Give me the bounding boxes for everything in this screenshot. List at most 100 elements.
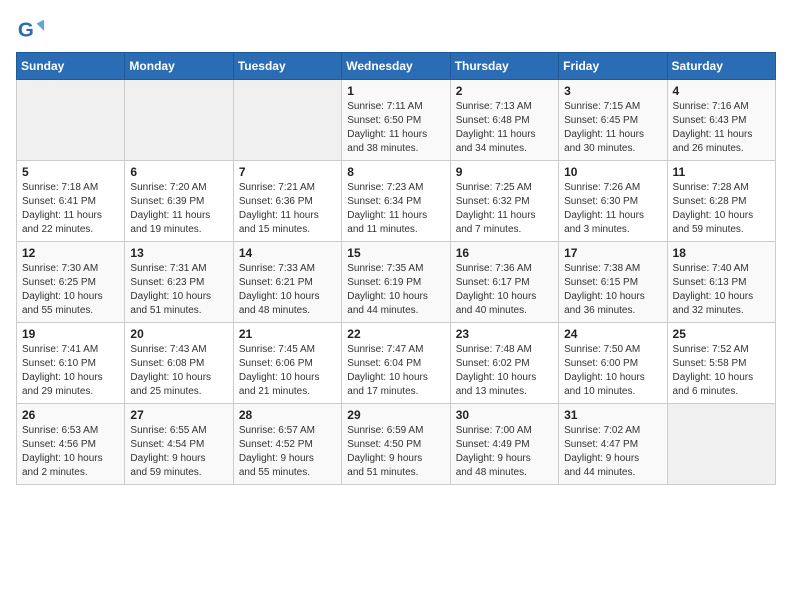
day-info: Sunrise: 7:26 AM Sunset: 6:30 PM Dayligh… [564,181,661,237]
weekday-header-saturday: Saturday [667,53,775,80]
day-info: Sunrise: 7:25 AM Sunset: 6:32 PM Dayligh… [456,181,553,237]
day-number: 10 [564,165,661,179]
calendar-cell: 7 Sunrise: 7:21 AM Sunset: 6:36 PM Daylig… [233,161,341,242]
calendar-cell: 5Sunrise: 7:18 AM Sunset: 6:41 PM Daylig… [17,161,125,242]
day-info: Sunrise: 7:35 AM Sunset: 6:19 PM Dayligh… [347,262,444,318]
day-info: Sunrise: 7:50 AM Sunset: 6:00 PM Dayligh… [564,343,661,399]
day-info: Sunrise: 7:21 AM Sunset: 6:36 PM Dayligh… [239,181,336,237]
calendar-cell: 30Sunrise: 7:00 AM Sunset: 4:49 PM Dayli… [450,404,558,485]
day-info: Sunrise: 7:30 AM Sunset: 6:25 PM Dayligh… [22,262,119,318]
calendar-cell: 16 Sunrise: 7:36 AM Sunset: 6:17 PM Dayli… [450,242,558,323]
week-row-4: 19Sunrise: 7:41 AM Sunset: 6:10 PM Dayli… [17,323,776,404]
day-number: 12 [22,246,119,260]
day-info: Sunrise: 7:40 AM Sunset: 6:13 PM Dayligh… [673,262,770,318]
day-number: 18 [673,246,770,260]
calendar-cell: 9 Sunrise: 7:25 AM Sunset: 6:32 PM Daylig… [450,161,558,242]
logo: G [16,16,48,44]
day-info: Sunrise: 7:11 AM Sunset: 6:50 PM Dayligh… [347,100,444,156]
logo-icon: G [16,16,44,44]
day-number: 31 [564,408,661,422]
calendar-cell: 10 Sunrise: 7:26 AM Sunset: 6:30 PM Dayli… [559,161,667,242]
calendar-cell: 27 Sunrise: 6:55 AM Sunset: 4:54 PM Dayli… [125,404,233,485]
header: G [16,16,776,44]
weekday-header-monday: Monday [125,53,233,80]
calendar-cell: 21 Sunrise: 7:45 AM Sunset: 6:06 PM Dayli… [233,323,341,404]
calendar-cell: 18 Sunrise: 7:40 AM Sunset: 6:13 PM Dayli… [667,242,775,323]
day-info: Sunrise: 7:13 AM Sunset: 6:48 PM Dayligh… [456,100,553,156]
day-number: 14 [239,246,336,260]
day-info: Sunrise: 7:23 AM Sunset: 6:34 PM Dayligh… [347,181,444,237]
day-number: 15 [347,246,444,260]
day-number: 28 [239,408,336,422]
weekday-header-wednesday: Wednesday [342,53,450,80]
calendar-cell [17,80,125,161]
day-number: 11 [673,165,770,179]
day-info: Sunrise: 7:28 AM Sunset: 6:28 PM Dayligh… [673,181,770,237]
day-number: 29 [347,408,444,422]
day-info: Sunrise: 6:55 AM Sunset: 4:54 PM Dayligh… [130,424,227,480]
day-number: 23 [456,327,553,341]
day-number: 2 [456,84,553,98]
calendar-cell: 22Sunrise: 7:47 AM Sunset: 6:04 PM Dayli… [342,323,450,404]
calendar-cell: 14 Sunrise: 7:33 AM Sunset: 6:21 PM Dayli… [233,242,341,323]
day-info: Sunrise: 7:48 AM Sunset: 6:02 PM Dayligh… [456,343,553,399]
week-row-1: 1 Sunrise: 7:11 AM Sunset: 6:50 PM Daylig… [17,80,776,161]
day-number: 3 [564,84,661,98]
calendar-cell: 19Sunrise: 7:41 AM Sunset: 6:10 PM Dayli… [17,323,125,404]
week-row-3: 12 Sunrise: 7:30 AM Sunset: 6:25 PM Dayli… [17,242,776,323]
day-info: Sunrise: 6:53 AM Sunset: 4:56 PM Dayligh… [22,424,119,480]
calendar-cell: 3 Sunrise: 7:15 AM Sunset: 6:45 PM Daylig… [559,80,667,161]
day-info: Sunrise: 7:16 AM Sunset: 6:43 PM Dayligh… [673,100,770,156]
day-number: 17 [564,246,661,260]
day-info: Sunrise: 7:33 AM Sunset: 6:21 PM Dayligh… [239,262,336,318]
calendar-cell: 1 Sunrise: 7:11 AM Sunset: 6:50 PM Daylig… [342,80,450,161]
calendar-cell: 2 Sunrise: 7:13 AM Sunset: 6:48 PM Daylig… [450,80,558,161]
calendar-cell: 11 Sunrise: 7:28 AM Sunset: 6:28 PM Dayli… [667,161,775,242]
day-number: 27 [130,408,227,422]
day-number: 4 [673,84,770,98]
day-info: Sunrise: 7:36 AM Sunset: 6:17 PM Dayligh… [456,262,553,318]
calendar-cell: 20 Sunrise: 7:43 AM Sunset: 6:08 PM Dayli… [125,323,233,404]
week-row-2: 5Sunrise: 7:18 AM Sunset: 6:41 PM Daylig… [17,161,776,242]
day-info: Sunrise: 7:20 AM Sunset: 6:39 PM Dayligh… [130,181,227,237]
weekday-header-tuesday: Tuesday [233,53,341,80]
calendar-cell: 29 Sunrise: 6:59 AM Sunset: 4:50 PM Dayli… [342,404,450,485]
calendar-table: SundayMondayTuesdayWednesdayThursdayFrid… [16,52,776,485]
day-info: Sunrise: 7:18 AM Sunset: 6:41 PM Dayligh… [22,181,119,237]
day-info: Sunrise: 7:47 AM Sunset: 6:04 PM Dayligh… [347,343,444,399]
day-number: 20 [130,327,227,341]
calendar-cell [125,80,233,161]
day-number: 6 [130,165,227,179]
svg-text:G: G [18,19,34,42]
day-number: 21 [239,327,336,341]
day-number: 16 [456,246,553,260]
day-number: 9 [456,165,553,179]
calendar-cell: 24 Sunrise: 7:50 AM Sunset: 6:00 PM Dayli… [559,323,667,404]
calendar-cell: 4 Sunrise: 7:16 AM Sunset: 6:43 PM Daylig… [667,80,775,161]
weekday-header-friday: Friday [559,53,667,80]
calendar-cell: 6 Sunrise: 7:20 AM Sunset: 6:39 PM Daylig… [125,161,233,242]
day-number: 19 [22,327,119,341]
day-info: Sunrise: 6:59 AM Sunset: 4:50 PM Dayligh… [347,424,444,480]
day-info: Sunrise: 7:43 AM Sunset: 6:08 PM Dayligh… [130,343,227,399]
calendar-cell: 15 Sunrise: 7:35 AM Sunset: 6:19 PM Dayli… [342,242,450,323]
day-info: Sunrise: 7:45 AM Sunset: 6:06 PM Dayligh… [239,343,336,399]
day-info: Sunrise: 7:00 AM Sunset: 4:49 PM Dayligh… [456,424,553,480]
day-info: Sunrise: 7:02 AM Sunset: 4:47 PM Dayligh… [564,424,661,480]
day-number: 25 [673,327,770,341]
day-number: 8 [347,165,444,179]
day-info: Sunrise: 7:38 AM Sunset: 6:15 PM Dayligh… [564,262,661,318]
calendar-cell: 13Sunrise: 7:31 AM Sunset: 6:23 PM Dayli… [125,242,233,323]
day-number: 7 [239,165,336,179]
day-number: 13 [130,246,227,260]
calendar-cell [667,404,775,485]
day-number: 1 [347,84,444,98]
day-info: Sunrise: 7:15 AM Sunset: 6:45 PM Dayligh… [564,100,661,156]
day-info: Sunrise: 7:52 AM Sunset: 5:58 PM Dayligh… [673,343,770,399]
day-number: 26 [22,408,119,422]
day-number: 24 [564,327,661,341]
calendar-cell: 17 Sunrise: 7:38 AM Sunset: 6:15 PM Dayli… [559,242,667,323]
calendar-cell [233,80,341,161]
calendar-cell: 26 Sunrise: 6:53 AM Sunset: 4:56 PM Dayli… [17,404,125,485]
weekday-header-thursday: Thursday [450,53,558,80]
